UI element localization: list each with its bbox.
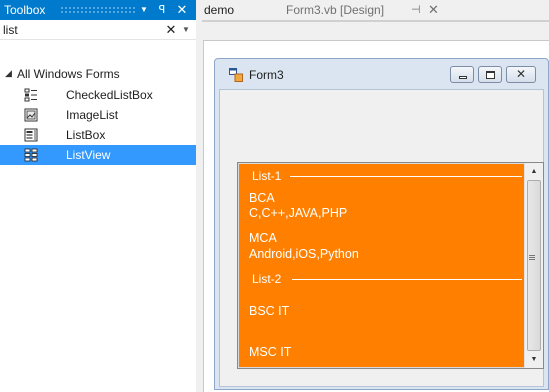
group-header-label: List-1	[252, 169, 282, 183]
close-tab-icon[interactable]: ✕	[428, 0, 439, 20]
list-item[interactable]: MCA	[249, 231, 277, 246]
list-item[interactable]: MSC IT	[249, 345, 291, 360]
tab-underline	[202, 20, 549, 22]
form-title: Form3	[249, 68, 284, 82]
scrollbar-grip-icon	[529, 255, 535, 256]
toolbox-item-checkedlistbox[interactable]: CheckedListBox	[0, 85, 196, 105]
document-tab-bar: demo Form3.vb [Design] ⊣ ✕	[196, 0, 549, 38]
tab-demo[interactable]: demo	[204, 0, 234, 20]
expand-triangle-icon[interactable]: ◢	[5, 68, 12, 79]
group-header-list-2[interactable]: List-2	[252, 272, 522, 286]
pin-icon[interactable]: ⊣	[411, 1, 421, 19]
listbox-icon	[24, 128, 38, 142]
toolbox-title-bar: Toolbox ▼ ꟼ ✕	[0, 0, 196, 20]
pin-icon[interactable]: ꟼ	[155, 2, 169, 18]
toolbox-item-imagelist[interactable]: ImageList	[0, 105, 196, 125]
toolbox-item-label: ListBox	[66, 128, 106, 142]
scrollbar-thumb[interactable]	[527, 180, 541, 351]
group-header-list-1[interactable]: List-1	[252, 169, 522, 183]
group-header-label: List-2	[252, 272, 282, 286]
close-button[interactable]: ✕	[506, 66, 536, 83]
list-item[interactable]: BSC IT	[249, 304, 289, 319]
toolbox-search-input[interactable]	[3, 22, 153, 38]
group-header-rule	[290, 176, 522, 177]
vertical-scrollbar[interactable]: ▲ ▼	[524, 163, 543, 368]
tab-form3-design[interactable]: Form3.vb [Design]	[286, 0, 384, 20]
listview-control[interactable]: List-1 BCA C,C++,JAVA,PHP MCA Android,iO…	[237, 162, 544, 369]
list-item[interactable]: BCA	[249, 191, 275, 206]
listview-icon	[24, 148, 38, 162]
minimize-button[interactable]	[450, 66, 474, 83]
group-header-rule	[292, 279, 522, 280]
scroll-down-arrow-icon[interactable]: ▼	[525, 351, 543, 368]
minimize-icon	[459, 76, 467, 79]
imagelist-icon	[24, 108, 38, 122]
chevron-down-icon[interactable]: ▼	[180, 22, 192, 38]
toolbox-title: Toolbox	[4, 3, 46, 17]
toolbox-item-label: ImageList	[66, 108, 119, 122]
dropdown-arrow-icon[interactable]: ▼	[137, 2, 151, 18]
form-icon	[229, 68, 243, 82]
toolbox-group-all-windows-forms[interactable]: ◢ All Windows Forms	[0, 64, 196, 84]
scroll-up-arrow-icon[interactable]: ▲	[525, 163, 543, 180]
toolbox-search-box: ✕ ▼	[0, 20, 196, 40]
toolbox-item-listbox[interactable]: ListBox	[0, 125, 196, 145]
close-icon: ✕	[516, 67, 527, 81]
group-label: All Windows Forms	[17, 67, 120, 81]
toolbox-item-label: CheckedListBox	[66, 88, 153, 102]
list-item-subtext: Android,iOS,Python	[249, 247, 359, 261]
toolbox-pane: Toolbox ▼ ꟼ ✕ ✕ ▼ ◢ All Windows Forms Ch…	[0, 0, 196, 392]
toolbox-item-label: ListView	[66, 148, 111, 162]
form-caption-bar[interactable]: Form3 ✕	[215, 59, 548, 89]
clear-search-icon[interactable]: ✕	[164, 21, 178, 39]
toolbox-item-listview[interactable]: ListView	[0, 145, 196, 165]
close-icon[interactable]: ✕	[175, 2, 189, 18]
checkedlistbox-icon	[24, 88, 37, 102]
list-item-subtext: C,C++,JAVA,PHP	[249, 206, 348, 220]
maximize-button[interactable]	[478, 66, 502, 83]
toolbox-drag-grip[interactable]	[60, 6, 136, 14]
maximize-icon	[486, 71, 495, 79]
